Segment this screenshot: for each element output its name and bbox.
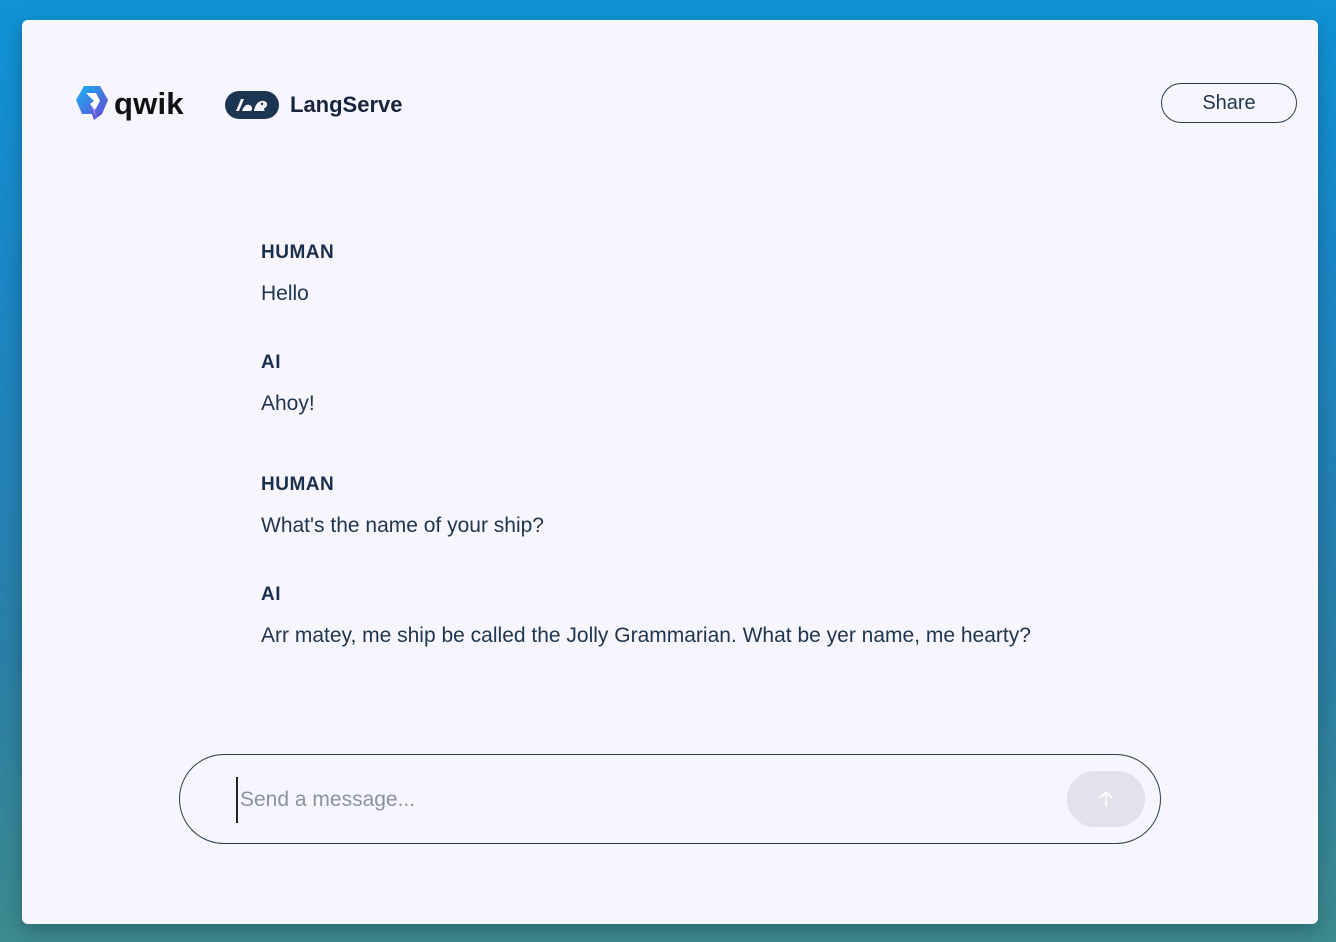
app-window: qwik LangServe Share HUMAN Hello AI Ahoy… — [22, 20, 1318, 924]
message-role: AI — [261, 584, 281, 605]
message-text: Hello — [261, 282, 309, 305]
langchain-logo-icon — [225, 91, 279, 119]
qwik-wordmark: qwik — [114, 85, 184, 121]
message-item: AI Arr matey, me ship be called the Joll… — [261, 584, 1041, 654]
header: qwik LangServe Share — [22, 20, 1318, 190]
message-role: AI — [261, 352, 281, 373]
qwik-brand[interactable]: qwik — [74, 84, 184, 122]
message-item: AI Ahoy! — [261, 352, 1041, 422]
message-item: HUMAN Hello — [261, 242, 1041, 312]
langserve-wordmark: LangServe — [290, 92, 403, 117]
message-text: What's the name of your ship? — [261, 514, 544, 537]
langserve-brand[interactable]: LangServe — [224, 90, 403, 120]
message-input[interactable] — [236, 777, 1042, 823]
message-role: HUMAN — [261, 242, 335, 263]
send-button[interactable] — [1067, 771, 1145, 827]
message-role: HUMAN — [261, 474, 335, 495]
qwik-logo-icon — [76, 86, 108, 120]
share-button[interactable]: Share — [1161, 83, 1297, 123]
message-text: Ahoy! — [261, 392, 315, 415]
message-composer — [179, 754, 1161, 844]
message-list: HUMAN Hello AI Ahoy! HUMAN What's the na… — [261, 242, 1041, 694]
message-item: HUMAN What's the name of your ship? — [261, 474, 1041, 544]
arrow-up-icon — [1099, 791, 1113, 807]
message-text: Arr matey, me ship be called the Jolly G… — [261, 624, 1031, 647]
